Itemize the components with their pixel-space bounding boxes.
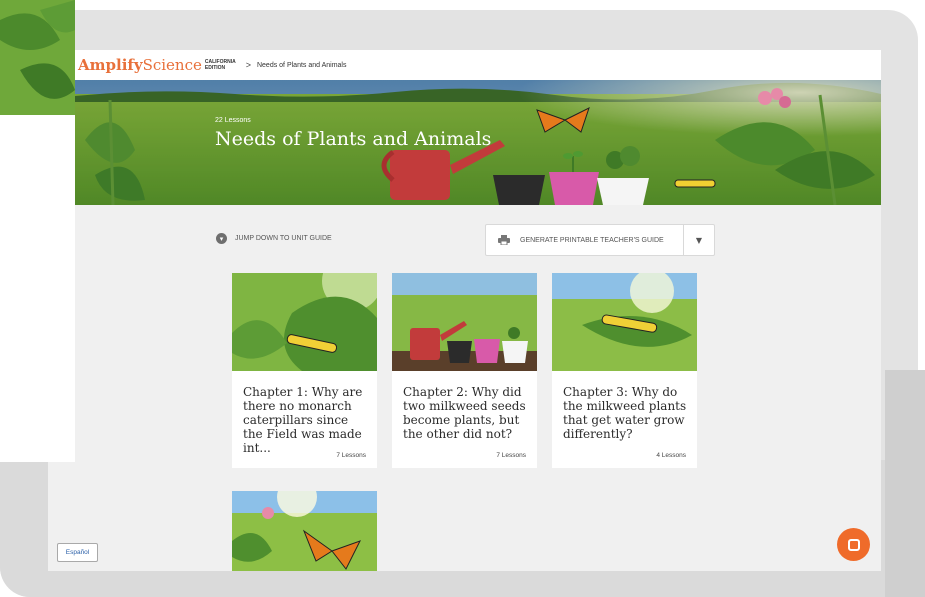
chevron-down-circle-icon: ▾ [216,233,227,244]
printer-icon [498,235,510,245]
jump-to-unit-guide-link[interactable]: ▾ JUMP DOWN TO UNIT GUIDE [216,233,332,244]
app-screen: Amplify Science CALIFORNIA EDITION > Nee… [48,50,881,571]
amplify-science-logo[interactable]: Amplify Science CALIFORNIA EDITION [78,56,236,74]
generate-guide-label: GENERATE PRINTABLE TEACHER'S GUIDE [520,236,664,244]
chapter-card-4[interactable] [232,491,377,571]
unit-hero-banner: 22 Lessons Needs of Plants and Animals [75,80,881,205]
stage: Amplify Science CALIFORNIA EDITION > Nee… [0,0,925,597]
jump-label: JUMP DOWN TO UNIT GUIDE [235,235,332,242]
overlay-side-panel [0,0,75,462]
logo-edition-line2: EDITION [204,65,226,71]
chapter-card-3[interactable]: Chapter 3: Why do the milkweed plants th… [552,273,697,468]
generate-guide-button[interactable]: GENERATE PRINTABLE TEACHER'S GUIDE [486,225,684,255]
leaf-thumbnail [0,0,75,115]
logo-edition: CALIFORNIA EDITION [205,59,236,71]
breadcrumb-current: Needs of Plants and Animals [256,61,347,69]
unit-toolbar: ▾ JUMP DOWN TO UNIT GUIDE GENERATE PRINT… [48,224,881,256]
logo-name-light: Science [142,56,202,74]
generate-guide-split-button: GENERATE PRINTABLE TEACHER'S GUIDE ▼ [485,224,715,256]
chat-button[interactable] [837,528,870,561]
chapter-3-image [552,273,697,371]
chapter-2-image [392,273,537,371]
chapter-card-title: Chapter 2: Why did two milkweed seeds be… [403,385,526,441]
chapter-card-title: Chapter 3: Why do the milkweed plants th… [563,385,687,441]
hero-title: Needs of Plants and Animals [215,128,492,150]
chapter-1-image [232,273,377,371]
chapter-card-lesson-count: 4 Lessons [656,452,686,459]
top-bar: Amplify Science CALIFORNIA EDITION > Nee… [48,50,881,80]
chapter-card-lesson-count: 7 Lessons [496,452,526,459]
caret-down-icon: ▼ [695,235,703,245]
language-toggle-button[interactable]: Español [57,543,98,562]
chapter-card-lesson-count: 7 Lessons [336,452,366,459]
chapter-card-2[interactable]: Chapter 2: Why did two milkweed seeds be… [392,273,537,468]
hero-lesson-count: 22 Lessons [215,117,251,124]
generate-guide-dropdown-toggle[interactable]: ▼ [684,236,714,245]
chapter-4-image [232,491,377,571]
logo-name-strong: Amplify [78,56,143,74]
tablet-frame-shade [885,370,925,597]
chapter-card-title: Chapter 1: Why are there no monarch cate… [243,385,363,455]
chat-icon [847,538,860,551]
chapter-card-1[interactable]: Chapter 1: Why are there no monarch cate… [232,273,377,468]
breadcrumb-separator: > [245,60,251,70]
